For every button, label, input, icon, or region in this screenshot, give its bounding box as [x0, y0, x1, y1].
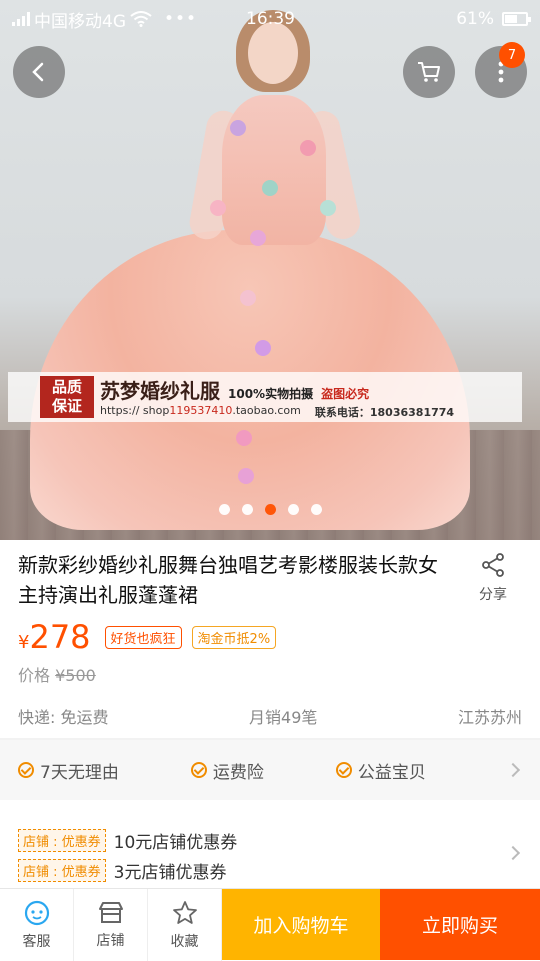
cart-button[interactable] [403, 46, 455, 98]
ship-location: 江苏苏州 [457, 708, 522, 727]
customer-service-label: 客服 [22, 934, 51, 950]
carousel-dot [310, 504, 322, 515]
favorite-button[interactable]: 收藏 [148, 889, 222, 961]
shipping-info: 快递: 免运费 [18, 708, 109, 727]
share-label: 分享 [479, 587, 507, 603]
share-icon [482, 553, 504, 577]
carousel-dot [241, 504, 253, 515]
clock: 16:39 [246, 9, 295, 29]
service-label: 7天无理由 [40, 762, 119, 783]
currency-symbol: ¥ [18, 631, 30, 653]
shop-watermark: 品质 保证 苏梦婚纱礼服 100%实物拍摄 盗图必究 https:// shop… [8, 372, 522, 422]
chat-face-icon [24, 900, 49, 926]
promo-tag: 好货也疯狂 [104, 625, 182, 649]
battery-icon [502, 12, 531, 26]
monthly-sales: 月销49笔 [249, 708, 318, 727]
watermark-phone: 联系电话：18036381774 [314, 405, 455, 419]
quality-badge-line1: 品质 [51, 378, 82, 396]
watermark-text: 苏梦婚纱礼服 100%实物拍摄 盗图必究 https:// shop 11953… [100, 375, 454, 420]
chevron-right-icon [505, 762, 521, 778]
flower-decoration [262, 180, 278, 196]
coin-discount-tag: 淘金币抵2% [191, 625, 277, 649]
wifi-icon [130, 11, 152, 27]
quality-badge-line2: 保证 [51, 397, 82, 415]
coupon-text: 3元店铺优惠券 [113, 863, 227, 883]
carousel-dot [264, 504, 276, 515]
flower-decoration [240, 290, 256, 306]
signal-icon [12, 12, 30, 26]
product-image-carousel[interactable]: 品质 保证 苏梦婚纱礼服 100%实物拍摄 盗图必究 https:// shop… [0, 0, 540, 540]
service-label: 运费险 [212, 762, 264, 783]
coupon-text: 10元店铺优惠券 [113, 833, 238, 853]
bottom-action-bar: 客服 店铺 收藏 加入购物车 立即购买 [0, 888, 540, 961]
flower-decoration [300, 140, 316, 156]
check-circle-icon [335, 762, 352, 778]
service-item: 公益宝贝 [335, 758, 426, 783]
dress-bodice [222, 95, 326, 245]
coupon-item: 店铺 : 优惠券 3元店铺优惠券 [18, 858, 226, 883]
coupon-item: 店铺 : 优惠券 10元店铺优惠券 [18, 828, 237, 853]
status-bar: 中国移动4G ••• 16:39 61% [0, 0, 540, 38]
more-status-icon: ••• [164, 9, 198, 29]
original-price-label: 价格 [18, 666, 51, 685]
product-title: 新款彩纱婚纱礼服舞台独唱艺考影楼服装长款女主持演出礼服蓬蓬裙 [18, 553, 438, 607]
service-label: 公益宝贝 [357, 762, 426, 783]
cart-icon [418, 62, 440, 82]
shop-button[interactable]: 店铺 [74, 889, 148, 961]
coupon-tag: 店铺 : 优惠券 [18, 859, 106, 882]
carousel-dot [218, 504, 230, 515]
chevron-left-icon [32, 62, 44, 82]
original-price-value: ¥500 [55, 666, 96, 685]
spacer [0, 800, 540, 816]
carousel-dot [287, 504, 299, 515]
favorite-label: 收藏 [170, 934, 199, 950]
flower-decoration [320, 200, 336, 216]
share-button[interactable]: 分享 [468, 552, 518, 604]
watermark-no-steal: 盗图必究 [321, 386, 370, 401]
service-item: 运费险 [190, 758, 264, 783]
back-button[interactable] [13, 46, 65, 98]
service-guarantees[interactable]: 7天无理由 运费险 公益宝贝 [0, 740, 540, 800]
watermark-url-prefix: https:// shop [100, 403, 170, 417]
check-circle-icon [190, 762, 207, 778]
service-item: 7天无理由 [18, 758, 119, 783]
quality-badge: 品质 保证 [40, 376, 94, 418]
add-to-cart-button[interactable]: 加入购物车 [222, 889, 380, 960]
shop-icon [98, 902, 123, 923]
flower-decoration [210, 200, 226, 216]
watermark-shop-id: 119537410 [169, 403, 233, 417]
chevron-right-icon [505, 845, 521, 861]
watermark-url-suffix: .taobao.com [232, 403, 301, 417]
more-menu-button[interactable]: 7 [475, 42, 527, 98]
star-icon [172, 901, 197, 924]
price-row: ¥ 278 好货也疯狂 淘金币抵2% [18, 618, 277, 656]
customer-service-button[interactable]: 客服 [0, 889, 74, 961]
current-price: 278 [29, 618, 91, 656]
watermark-brand: 苏梦婚纱礼服 [100, 378, 220, 403]
carrier-label: 中国移动4G [34, 11, 126, 32]
flower-decoration [238, 468, 254, 484]
carousel-indicator [0, 504, 540, 515]
product-meta: 快递: 免运费 月销49笔 江苏苏州 [18, 704, 522, 728]
flower-decoration [250, 230, 266, 246]
watermark-real-shot: 100%实物拍摄 [228, 386, 314, 401]
coupon-tag: 店铺 : 优惠券 [18, 829, 106, 852]
buy-now-button[interactable]: 立即购买 [380, 889, 540, 960]
flower-decoration [255, 340, 271, 356]
shop-label: 店铺 [96, 933, 125, 949]
check-circle-icon [18, 762, 34, 778]
battery-percent: 61% [456, 9, 494, 29]
flower-decoration [236, 430, 252, 446]
notification-badge: 7 [499, 42, 525, 68]
coupon-section[interactable]: 店铺 : 优惠券 10元店铺优惠券 店铺 : 优惠券 3元店铺优惠券 [0, 816, 540, 888]
original-price: 价格 ¥500 [18, 662, 96, 686]
flower-decoration [230, 120, 246, 136]
